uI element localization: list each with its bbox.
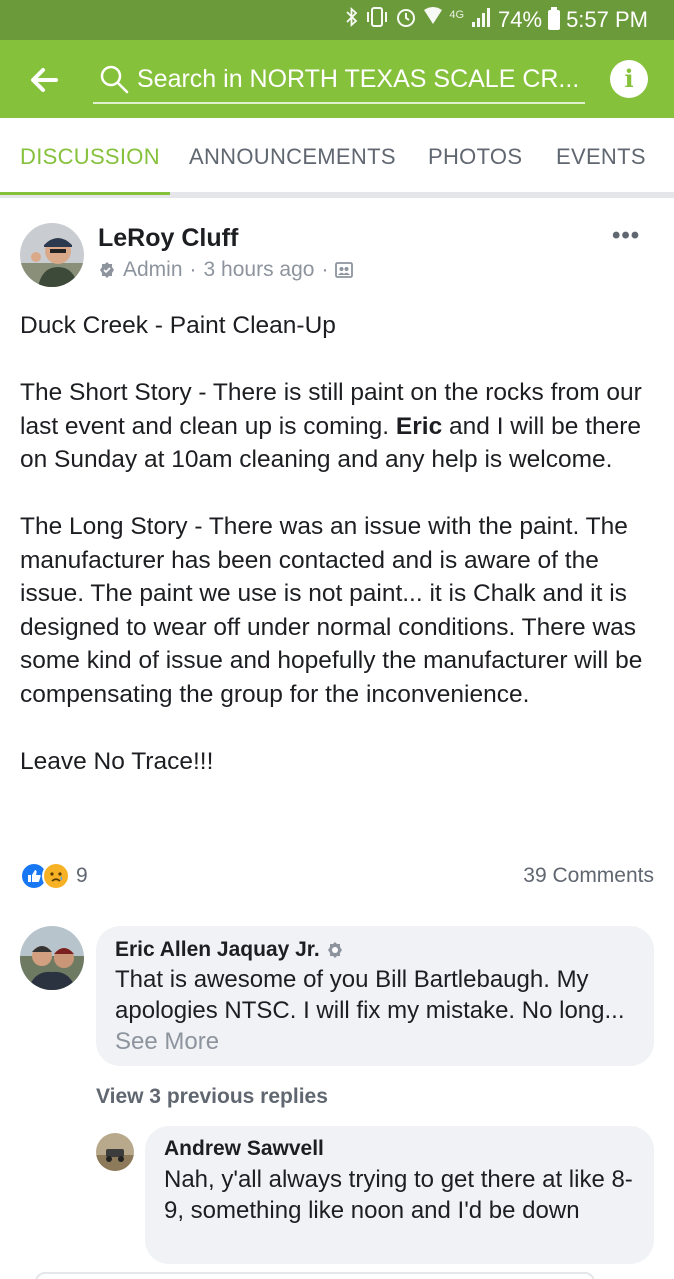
- search-icon: [100, 65, 129, 94]
- group-search-input[interactable]: Search in NORTH TEXAS SCALE CR...: [93, 56, 585, 104]
- tab-photos[interactable]: PHOTOS: [428, 144, 522, 170]
- active-tab-indicator: [0, 192, 170, 195]
- comment-bubble[interactable]: Eric Allen Jaquay Jr. That is awesome of…: [96, 926, 654, 1066]
- top-app-bar: Search in NORTH TEXAS SCALE CR... i: [0, 40, 674, 118]
- post-title: Duck Creek - Paint Clean-Up: [20, 312, 336, 339]
- clock: 5:57 PM: [566, 6, 648, 32]
- next-comment-edge: [35, 1272, 595, 1279]
- info-icon[interactable]: i: [610, 60, 648, 98]
- signal-icon: [470, 6, 492, 33]
- avatar[interactable]: [20, 223, 84, 287]
- reply-text: Nah, y'all always trying to get there at…: [164, 1166, 633, 1224]
- moderator-badge-icon: [327, 942, 342, 958]
- tab-announcements[interactable]: ANNOUNCEMENTS: [189, 144, 396, 170]
- status-bar: 4G 74% 5:57 PM: [0, 0, 674, 40]
- reaction-count: 9: [76, 864, 88, 887]
- post-time[interactable]: 3 hours ago: [204, 258, 315, 282]
- network-type: 4G: [449, 8, 465, 21]
- back-button[interactable]: [22, 58, 66, 102]
- avatar[interactable]: [96, 1133, 134, 1171]
- wifi-icon: [423, 6, 443, 33]
- mention-eric[interactable]: Eric: [396, 413, 442, 440]
- post-closing: Leave No Trace!!!: [20, 747, 214, 775]
- meta-separator: ·: [189, 258, 197, 281]
- post-role: Admin: [123, 258, 183, 281]
- status-icons: 4G 74% 5:57 PM: [345, 6, 648, 33]
- post-body: Duck Creek - Paint Clean-Up The Short St…: [20, 309, 660, 778]
- comment-author-name[interactable]: Eric Allen Jaquay Jr.: [115, 938, 320, 962]
- search-placeholder: Search in NORTH TEXAS SCALE CR...: [137, 64, 580, 93]
- profile-photo: [96, 1133, 134, 1171]
- post-options-button[interactable]: •••: [612, 222, 640, 250]
- post-short-story: The Short Story - There is still paint o…: [20, 379, 649, 473]
- bluetooth-icon: [345, 6, 359, 33]
- admin-badge-icon: [100, 262, 114, 278]
- comment-count[interactable]: 39 Comments: [523, 864, 654, 888]
- reactions-summary[interactable]: 9: [20, 862, 88, 890]
- reply-bubble[interactable]: Andrew Sawvell Nah, y'all always trying …: [145, 1126, 654, 1264]
- post-long-story: The Long Story - There was an issue with…: [20, 513, 650, 708]
- battery-percent: 74%: [498, 6, 543, 32]
- vibrate-icon: [365, 6, 389, 33]
- avatar[interactable]: [20, 926, 84, 990]
- comment-text: That is awesome of you Bill Bartlebaugh.…: [115, 966, 625, 1055]
- group-tabs: DISCUSSION ANNOUNCEMENTS PHOTOS EVENTS: [0, 118, 674, 198]
- group-audience-icon: [335, 262, 354, 278]
- profile-photo: [20, 926, 84, 990]
- profile-photo: [20, 223, 84, 287]
- post-author-name[interactable]: LeRoy Cluff: [98, 224, 238, 253]
- alarm-icon: [395, 6, 417, 33]
- see-more-link[interactable]: See More: [115, 1028, 219, 1055]
- sad-reaction-icon: [42, 862, 70, 890]
- post-meta: Admin · 3 hours ago ·: [98, 258, 354, 282]
- reply-author-name[interactable]: Andrew Sawvell: [164, 1137, 324, 1161]
- meta-separator: ·: [321, 258, 329, 281]
- tab-discussion[interactable]: DISCUSSION: [20, 144, 160, 170]
- back-arrow-icon: [31, 68, 58, 92]
- battery-icon: [548, 6, 561, 30]
- view-previous-replies-link[interactable]: View 3 previous replies: [96, 1085, 328, 1109]
- tab-events[interactable]: EVENTS: [556, 144, 646, 170]
